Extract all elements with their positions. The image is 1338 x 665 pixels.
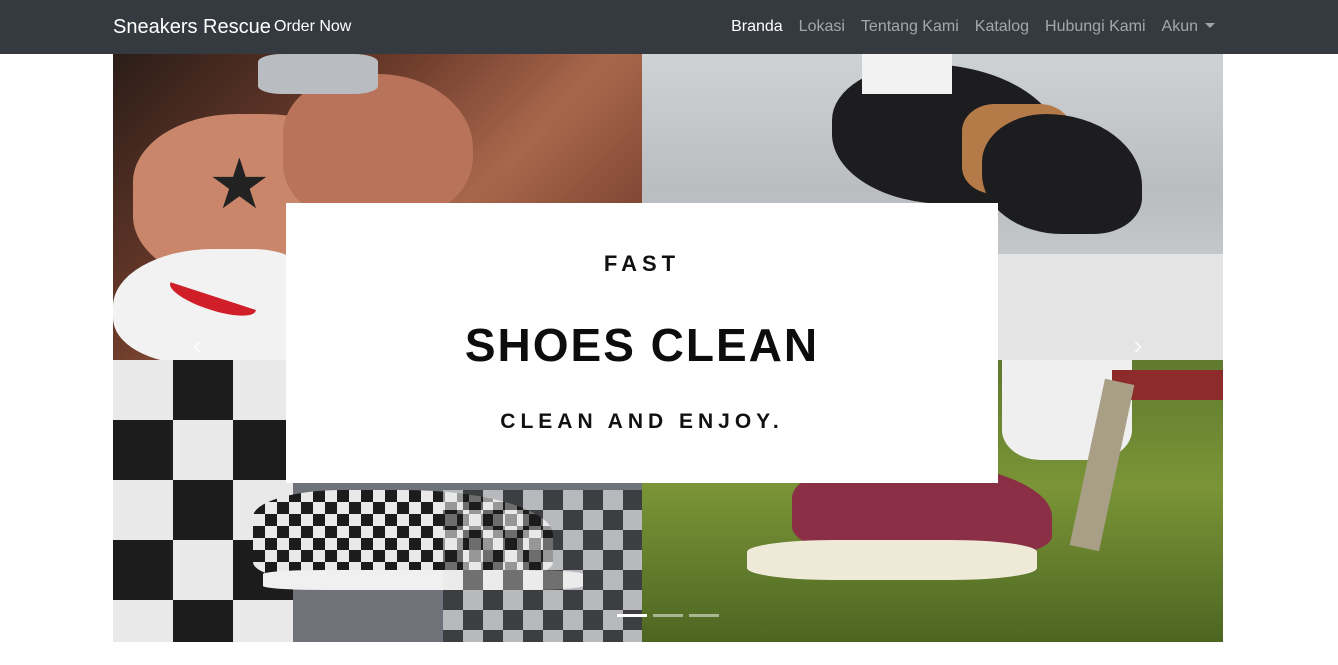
nav-link-hubungi-kami[interactable]: Hubungi Kami [1045, 16, 1146, 38]
carousel-next-button[interactable]: › [1123, 330, 1153, 360]
slide-headline: SHOES CLEAN [464, 319, 820, 371]
chevron-right-icon: › [1133, 330, 1143, 360]
order-now-link[interactable]: Order Now [274, 16, 351, 38]
carousel-prev-button[interactable]: ‹ [182, 330, 212, 360]
carousel-indicator-2[interactable] [653, 614, 683, 617]
account-dropdown-label: Akun [1161, 18, 1198, 35]
nav-link-katalog[interactable]: Katalog [975, 16, 1029, 38]
nav-link-lokasi[interactable]: Lokasi [799, 16, 845, 38]
slide-subheadline: CLEAN AND ENJOY. [500, 410, 784, 433]
chevron-left-icon: ‹ [192, 330, 202, 360]
carousel-indicator-1[interactable] [617, 614, 647, 617]
nav-link-branda[interactable]: Branda [731, 16, 783, 38]
brand-link[interactable]: Sneakers Rescue [113, 14, 271, 40]
nav-link-tentang-kami[interactable]: Tentang Kami [861, 16, 959, 38]
hero-carousel: ★ FAST SHOES CLEAN CLEAN AND ENJOY. ‹ › [113, 54, 1223, 642]
slide-tagline: FAST [603, 251, 681, 276]
caret-down-icon [1205, 23, 1215, 28]
account-dropdown-toggle[interactable]: Akun [1162, 16, 1215, 38]
carousel-indicator-3[interactable] [689, 614, 719, 617]
carousel-indicators [617, 614, 719, 617]
nav-menu: Branda Lokasi Tentang Kami Katalog Hubun… [731, 16, 1215, 38]
top-navbar: Sneakers Rescue Order Now Branda Lokasi … [0, 0, 1338, 54]
slide-caption-card: FAST SHOES CLEAN CLEAN AND ENJOY. [286, 203, 998, 483]
